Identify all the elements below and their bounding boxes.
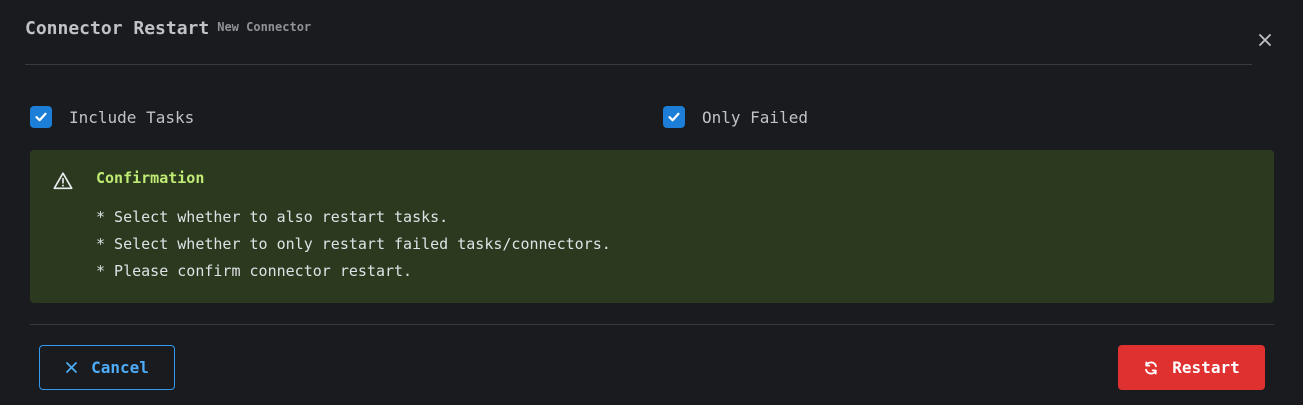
include-tasks-label[interactable]: Include Tasks: [69, 108, 194, 127]
check-icon: [668, 112, 680, 122]
modal-title: Connector Restart New Connector: [25, 18, 311, 39]
modal-title-text: Connector Restart: [25, 18, 210, 39]
include-tasks-checkbox[interactable]: [30, 106, 52, 128]
alert-message-line: * Please confirm connector restart.: [96, 262, 413, 280]
check-icon: [35, 112, 47, 122]
cancel-button[interactable]: Cancel: [39, 345, 175, 390]
modal-header: Connector Restart New Connector: [25, 0, 1252, 65]
alert-message-line: * Select whether to also restart tasks.: [96, 208, 449, 226]
restart-button-label: Restart: [1172, 358, 1240, 377]
only-failed-label[interactable]: Only Failed: [702, 108, 808, 127]
refresh-icon: [1143, 360, 1159, 376]
cancel-button-label: Cancel: [91, 358, 149, 377]
include-tasks-option: Include Tasks: [30, 106, 194, 128]
x-icon: [65, 361, 78, 374]
close-button[interactable]: [1253, 28, 1277, 52]
restart-button[interactable]: Restart: [1118, 345, 1265, 390]
confirmation-alert: Confirmation * Select whether to also re…: [30, 150, 1274, 303]
modal-subtitle: New Connector: [217, 20, 312, 34]
only-failed-checkbox[interactable]: [663, 106, 685, 128]
only-failed-option: Only Failed: [663, 106, 808, 128]
close-icon: [1259, 34, 1271, 46]
warning-triangle-icon: [53, 172, 73, 190]
alert-message-list: * Select whether to also restart tasks. …: [96, 206, 611, 287]
footer-divider: [30, 324, 1274, 325]
alert-message-line: * Select whether to only restart failed …: [96, 235, 611, 253]
alert-title: Confirmation: [96, 169, 205, 187]
